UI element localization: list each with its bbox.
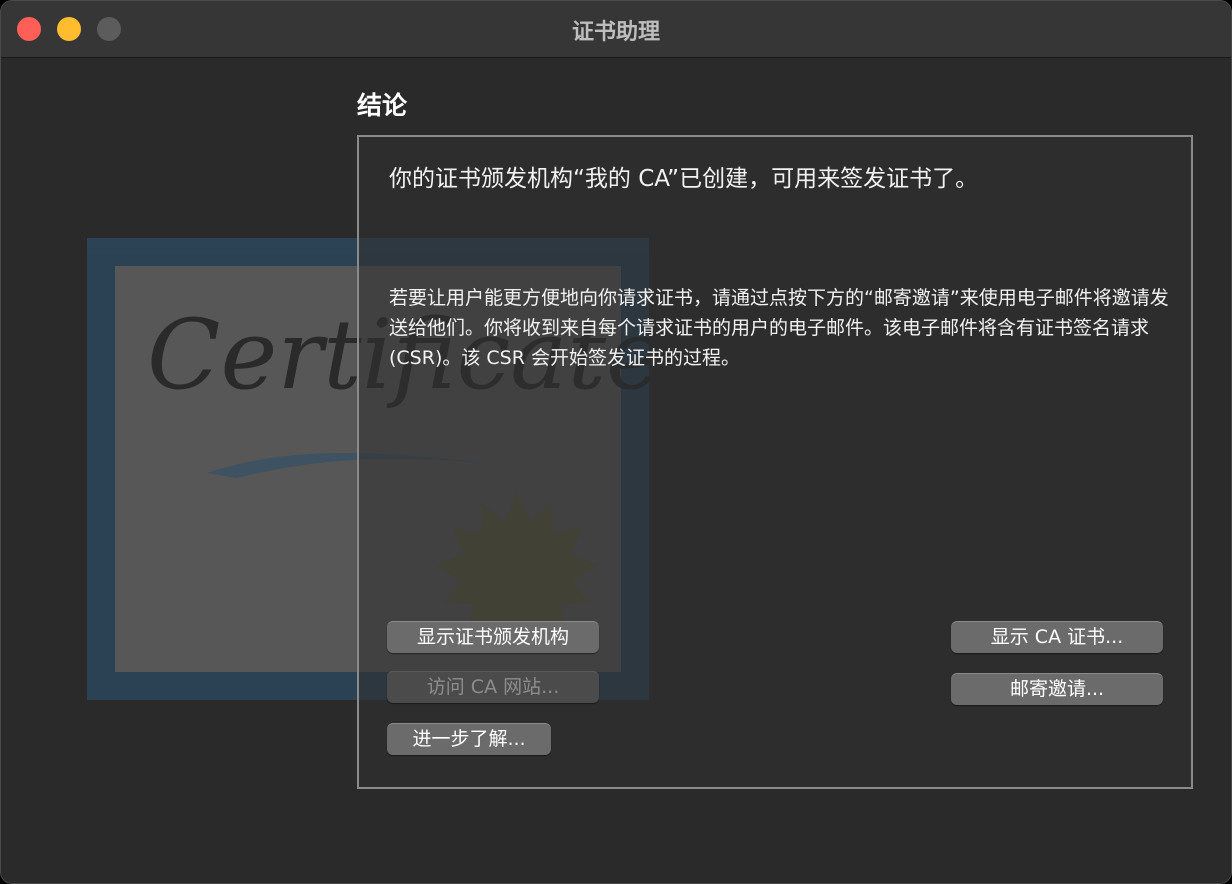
show-ca-button[interactable]: 显示证书颁发机构 [387, 621, 599, 653]
show-ca-certificate-button[interactable]: 显示 CA 证书... [951, 621, 1163, 653]
sub-message: 若要让用户能更方便地向你请求证书，请通过点按下方的“邮寄邀请”来使用电子邮件将邀… [389, 287, 1169, 369]
learn-more-button[interactable]: 进一步了解... [387, 723, 551, 755]
page-heading: 结论 [357, 91, 408, 120]
visit-ca-site-button[interactable]: 访问 CA 网站... [387, 671, 599, 703]
title-bar: 证书助理 [1, 1, 1231, 58]
content-area: Certificate 结论 你的证书颁发机构“我的 CA”已创建，可用来签发证… [1, 58, 1231, 883]
window-title: 证书助理 [571, 20, 660, 45]
certificate-assistant-window: 证书助理 Certificate 结论 你的证书颁发机构“我的 CA”已创建，可… [0, 0, 1232, 884]
main-message: 你的证书颁发机构“我的 CA”已创建，可用来签发证书了。 [389, 166, 979, 192]
conclusion-panel: 你的证书颁发机构“我的 CA”已创建，可用来签发证书了。 若要让用户能更方便地向… [357, 135, 1193, 789]
mail-invitation-button[interactable]: 邮寄邀请... [951, 673, 1163, 705]
